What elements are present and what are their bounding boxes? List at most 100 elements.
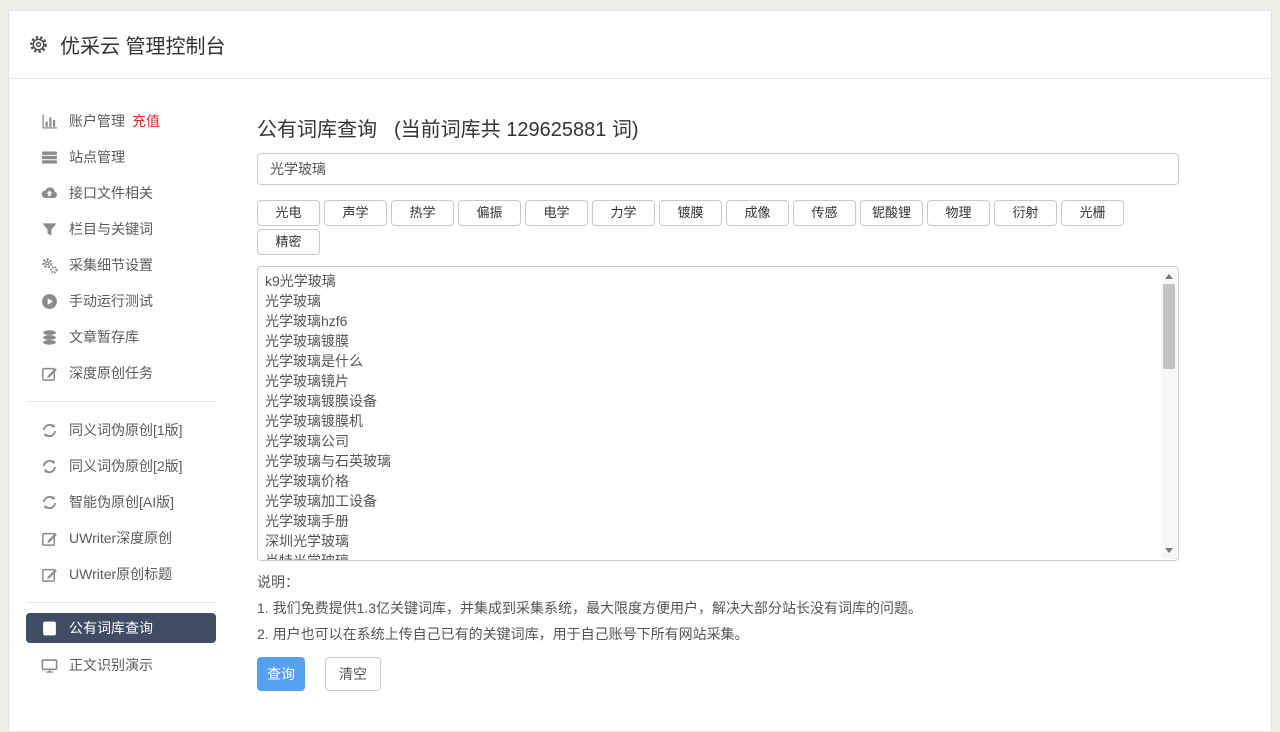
recharge-badge[interactable]: 充值 [132,111,160,131]
sidebar-item-label: 采集细节设置 [69,255,153,275]
keyword-tag-button[interactable]: 电学 [525,200,588,226]
keyword-tags: 光电声学热学偏振电学力学镀膜成像传感铌酸锂物理衍射光栅精密 [257,200,1179,258]
sidebar-divider [26,401,216,402]
sidebar-item-filter[interactable]: 栏目与关键词 [26,211,216,247]
list-item[interactable]: 光学玻璃手册 [265,511,1154,531]
keyword-tag-button[interactable]: 声学 [324,200,387,226]
server-icon [41,149,58,166]
list-item[interactable]: 光学玻璃镀膜 [265,331,1154,351]
app-window: 优采云 管理控制台 账户管理充值站点管理接口文件相关栏目与关键词采集细节设置手动… [8,10,1272,732]
sidebar-item-database[interactable]: 文章暂存库 [26,319,216,355]
sidebar-item-label: 站点管理 [69,147,125,167]
keyword-tag-button[interactable]: 传感 [793,200,856,226]
page-title-text: 公有词库查询 [257,113,377,142]
sidebar-item-label: 公有词库查询 [69,618,153,638]
edit-icon [41,530,58,547]
app-header: 优采云 管理控制台 [9,11,1271,79]
list-item[interactable]: 光学玻璃公司 [265,431,1154,451]
sidebar-item-label: 智能伪原创[AI版] [69,492,174,512]
gears-icon [41,257,58,274]
sidebar-item-cloud-upload[interactable]: 接口文件相关 [26,175,216,211]
refresh-icon [41,494,58,511]
list-item[interactable]: 深圳光学玻璃 [265,531,1154,551]
list-item[interactable]: 光学玻璃价格 [265,471,1154,491]
list-item[interactable]: 光学玻璃与石英玻璃 [265,451,1154,471]
sidebar-item-label: UWriter原创标题 [69,564,172,584]
sidebar-item-bar-chart[interactable]: 账户管理充值 [26,103,216,139]
list-item[interactable]: 光学玻璃hzf6 [265,311,1154,331]
notes-title: 说明： [257,569,1179,595]
keyword-tag-button[interactable]: 精密 [257,229,320,255]
keyword-tag-button[interactable]: 光电 [257,200,320,226]
sidebar-item-label: 账户管理 [69,111,125,131]
scroll-down-arrow-icon[interactable] [1165,548,1173,553]
scroll-up-arrow-icon[interactable] [1165,274,1173,279]
sidebar-item-label: 接口文件相关 [69,183,153,203]
list-item[interactable]: 肖特光学玻璃 [265,551,1154,561]
gear-icon [29,35,48,54]
action-buttons: 查询 清空 [257,657,1179,691]
book-icon [41,620,58,637]
sidebar-item-play[interactable]: 手动运行测试 [26,283,216,319]
database-icon [41,329,58,346]
keyword-tag-button[interactable]: 物理 [927,200,990,226]
filter-icon [41,221,58,238]
page-title: 公有词库查询 (当前词库共 129625881 词) [257,113,1179,141]
sidebar-item-label: 文章暂存库 [69,327,139,347]
keyword-tag-button[interactable]: 偏振 [458,200,521,226]
sidebar-item-label: 深度原创任务 [69,363,153,383]
edit-icon [41,365,58,382]
app-title: 优采云 管理控制台 [60,30,226,59]
keyword-tag-button[interactable]: 力学 [592,200,655,226]
main-content: 公有词库查询 (当前词库共 129625881 词) 光电声学热学偏振电学力学镀… [257,79,1179,691]
sidebar-divider [26,602,216,603]
scrollbar-thumb[interactable] [1163,284,1175,369]
sidebar-item-edit[interactable]: UWriter原创标题 [26,556,216,592]
query-button[interactable]: 查询 [257,657,305,691]
scrollbar[interactable] [1161,268,1177,559]
keyword-tag-button[interactable]: 铌酸锂 [860,200,923,226]
word-count-label: (当前词库共 129625881 词) [394,113,639,142]
refresh-icon [41,458,58,475]
sidebar-item-edit[interactable]: 深度原创任务 [26,355,216,391]
list-item[interactable]: 光学玻璃是什么 [265,351,1154,371]
play-icon [41,293,58,310]
notes-line-2: 2. 用户也可以在系统上传自己已有的关键词库，用于自己账号下所有网站采集。 [257,621,1179,647]
bar-chart-icon [41,113,58,130]
sidebar-item-label: 手动运行测试 [69,291,153,311]
keyword-tag-button[interactable]: 镀膜 [659,200,722,226]
sidebar-item-label: 栏目与关键词 [69,219,153,239]
cloud-upload-icon [41,185,58,202]
sidebar-item-label: 同义词伪原创[2版] [69,456,183,476]
notes-line-1: 1. 我们免费提供1.3亿关键词库，并集成到采集系统，最大限度方便用户，解决大部… [257,595,1179,621]
refresh-icon [41,422,58,439]
list-item[interactable]: 光学玻璃镀膜设备 [265,391,1154,411]
sidebar-item-label: UWriter深度原创 [69,528,172,548]
notes-section: 说明： 1. 我们免费提供1.3亿关键词库，并集成到采集系统，最大限度方便用户，… [257,569,1179,647]
keyword-tag-button[interactable]: 衍射 [994,200,1057,226]
sidebar-item-monitor[interactable]: 正文识别演示 [26,647,216,683]
edit-icon [41,566,58,583]
sidebar-item-book[interactable]: 公有词库查询 [26,613,216,643]
results-list[interactable]: k9光学玻璃光学玻璃光学玻璃hzf6光学玻璃镀膜光学玻璃是什么光学玻璃镜片光学玻… [257,266,1179,561]
list-item[interactable]: 光学玻璃镜片 [265,371,1154,391]
sidebar-item-label: 同义词伪原创[1版] [69,420,183,440]
sidebar-item-edit[interactable]: UWriter深度原创 [26,520,216,556]
list-item[interactable]: 光学玻璃镀膜机 [265,411,1154,431]
list-item[interactable]: 光学玻璃加工设备 [265,491,1154,511]
keyword-tag-button[interactable]: 热学 [391,200,454,226]
sidebar-item-refresh[interactable]: 同义词伪原创[2版] [26,448,216,484]
keyword-tag-button[interactable]: 成像 [726,200,789,226]
sidebar-item-gears[interactable]: 采集细节设置 [26,247,216,283]
monitor-icon [41,657,58,674]
keyword-tag-button[interactable]: 光栅 [1061,200,1124,226]
clear-button[interactable]: 清空 [325,657,381,691]
sidebar-item-refresh[interactable]: 同义词伪原创[1版] [26,412,216,448]
sidebar-item-refresh[interactable]: 智能伪原创[AI版] [26,484,216,520]
list-item[interactable]: 光学玻璃 [265,291,1154,311]
sidebar-item-server[interactable]: 站点管理 [26,139,216,175]
sidebar: 账户管理充值站点管理接口文件相关栏目与关键词采集细节设置手动运行测试文章暂存库深… [9,79,249,691]
sidebar-item-label: 正文识别演示 [69,655,153,675]
keyword-search-input[interactable] [257,153,1179,185]
list-item[interactable]: k9光学玻璃 [265,271,1154,291]
